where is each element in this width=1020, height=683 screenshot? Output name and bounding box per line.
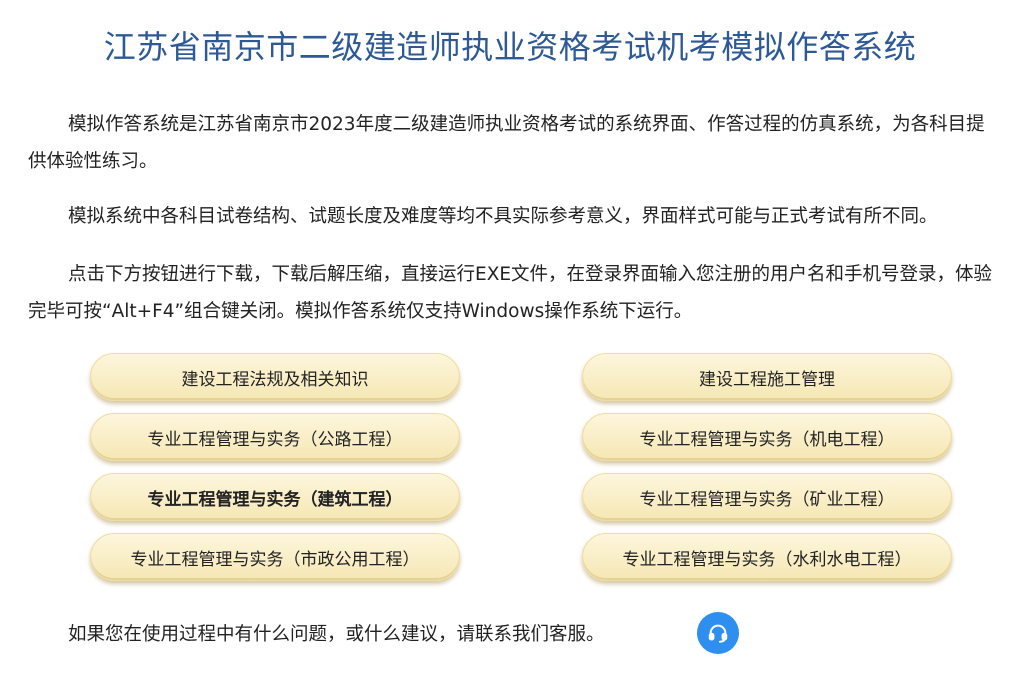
intro-paragraph: 模拟作答系统是江苏省南京市2023年度二级建造师执业资格考试的系统界面、作答过程… bbox=[28, 106, 998, 180]
instructions-paragraph: 点击下方按钮进行下载，下载后解压缩，直接运行EXE文件，在登录界面输入您注册的用… bbox=[28, 256, 998, 330]
contact-text: 如果您在使用过程中有什么问题，或什么建议，请联系我们客服。 bbox=[68, 624, 605, 645]
notice-text: 模拟系统中各科目试卷结构、试题长度及难度等均不具实际参考意义，界面样式可能与正式… bbox=[68, 206, 938, 227]
notice-paragraph: 模拟系统中各科目试卷结构、试题长度及难度等均不具实际参考意义，界面样式可能与正式… bbox=[28, 198, 998, 235]
download-button-water-conservancy[interactable]: 专业工程管理与实务（水利水电工程） bbox=[582, 533, 952, 581]
download-button-building[interactable]: 专业工程管理与实务（建筑工程） bbox=[90, 473, 460, 521]
intro-text: 模拟作答系统是江苏省南京市2023年度二级建造师执业资格考试的系统界面、作答过程… bbox=[28, 114, 985, 172]
download-button-municipal[interactable]: 专业工程管理与实务（市政公用工程） bbox=[90, 533, 460, 581]
customer-service-button[interactable] bbox=[697, 612, 739, 654]
download-button-construction-management[interactable]: 建设工程施工管理 bbox=[582, 353, 952, 401]
page-title: 江苏省南京市二级建造师执业资格考试机考模拟作答系统 bbox=[103, 28, 917, 66]
download-button-mechanical-electrical[interactable]: 专业工程管理与实务（机电工程） bbox=[582, 413, 952, 461]
instructions-text: 点击下方按钮进行下载，下载后解压缩，直接运行EXE文件，在登录界面输入您注册的用… bbox=[28, 264, 993, 322]
download-button-highway[interactable]: 专业工程管理与实务（公路工程） bbox=[90, 413, 460, 461]
download-button-mining[interactable]: 专业工程管理与实务（矿业工程） bbox=[582, 473, 952, 521]
headset-icon bbox=[707, 622, 729, 644]
download-button-law[interactable]: 建设工程法规及相关知识 bbox=[90, 353, 460, 401]
